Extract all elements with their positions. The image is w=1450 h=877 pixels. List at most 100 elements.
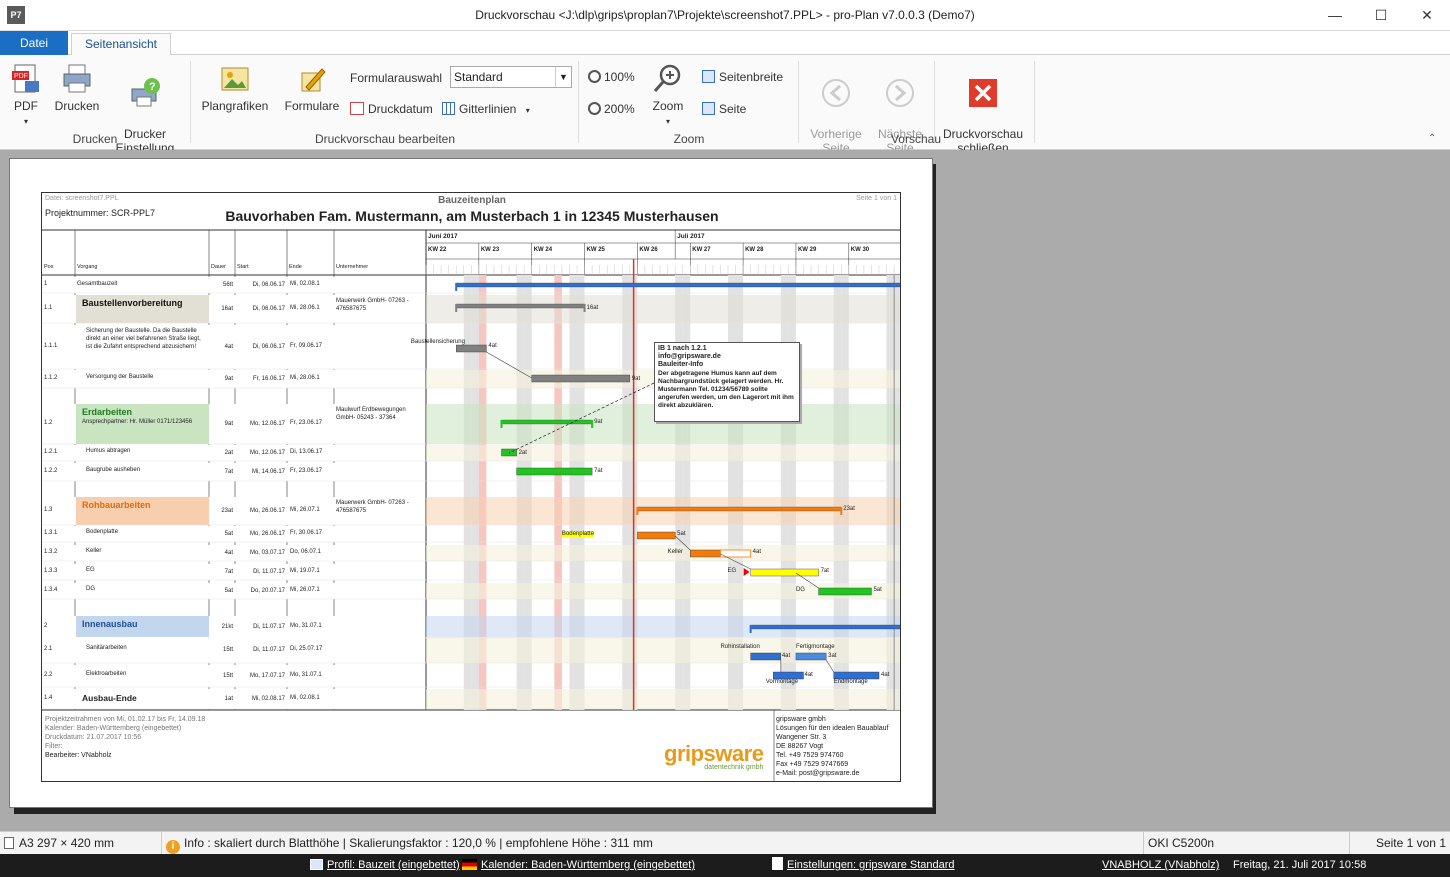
close-window-button[interactable]: ✕: [1404, 0, 1450, 31]
footer-right-line: Tel. +49 7529 974760: [776, 752, 844, 759]
grid-icon: [442, 102, 455, 115]
close-icon: ✕: [1421, 7, 1433, 23]
row-ende: Do, 06.07.1: [290, 549, 322, 555]
seite-button[interactable]: Seite: [702, 101, 746, 117]
bar-1-1-2: [531, 374, 631, 383]
gitterlinien-button[interactable]: Gitterlinien ▾: [442, 101, 530, 119]
bar-2-1a: [750, 652, 782, 661]
kalender-link[interactable]: Kalender: Baden-Württemberg (eingebettet…: [462, 854, 695, 877]
row-vorgang: Elektroarbeiten: [86, 671, 127, 677]
footer-left: Projektzeitrahmen von Mi, 01.02.17 bis F…: [45, 715, 205, 760]
row-start: Di, 11.07.17: [253, 647, 285, 653]
minimize-icon: —: [1328, 7, 1342, 23]
zoom-200-button[interactable]: 200%: [588, 101, 635, 117]
zoom-button[interactable]: Zoom ▾: [646, 63, 690, 129]
plangrafiken-label: Plangrafiken: [201, 99, 269, 113]
bar-2-2a: [773, 671, 804, 680]
footer-right-line: DE 88267 Vogt: [776, 743, 824, 750]
lbl-1-2: 9at: [594, 419, 603, 425]
row-pos: 1.4: [44, 695, 53, 701]
seitenbreite-button[interactable]: Seitenbreite: [702, 69, 783, 85]
row-vorgang-long: Sicherung der Baustelle. Da die Baustell…: [86, 328, 201, 350]
formulare-button[interactable]: Formulare: [280, 63, 344, 113]
row-start: Mi, 14.06.17: [251, 469, 285, 475]
druckdatum-label: Druckdatum: [368, 102, 433, 116]
dropdown-arrow-icon: ▾: [525, 106, 530, 115]
row-vorgang: Bodenplatte: [86, 529, 119, 535]
row-start: Mo, 17.07.17: [249, 673, 285, 679]
row-ende: Fr, 23.06.17: [290, 468, 323, 474]
row-pos: 2.1: [44, 646, 53, 652]
profil-text: Profil: Bauzeit (eingebettet): [327, 859, 460, 871]
collapse-ribbon-icon[interactable]: ⌃: [1428, 133, 1436, 144]
col-dauer: Dauer: [211, 264, 226, 270]
row-start: Di, 11.07.17: [253, 624, 285, 630]
row-pos: 1.3.3: [44, 568, 58, 574]
week-label-2: KW 24: [533, 247, 553, 253]
row-vorgang-summary: Erdarbeiten: [82, 407, 133, 417]
zoom-100-label: 100%: [604, 70, 635, 84]
row-dauer: 15tt: [222, 673, 233, 679]
row-ende: Mo, 31.07.1: [290, 623, 322, 629]
lbl-1-2-2: 7at: [594, 468, 603, 474]
formularauswahl-value: Standard: [454, 70, 503, 84]
minimize-button[interactable]: —: [1312, 0, 1358, 31]
row-vorgang-summary: Baustellenvorbereitung: [82, 298, 183, 308]
arrow-right-icon: [886, 79, 914, 107]
row-vorgang: DG: [86, 586, 95, 592]
row-dauer: 15tt: [222, 647, 233, 653]
row-pos: 1.1.1: [44, 343, 58, 349]
row-start: Di, 06.06.17: [252, 344, 285, 350]
row-pos: 1.2.2: [44, 468, 58, 474]
kalender-text: Kalender: Baden-Württemberg (eingebettet…: [481, 859, 696, 871]
druckdatum-button[interactable]: Druckdatum: [350, 101, 433, 117]
pdf-button[interactable]: PDF PDF ▾: [6, 63, 46, 129]
tab-datei[interactable]: Datei: [0, 31, 68, 55]
row-vorgang: Gesamtbauzeit: [77, 281, 118, 287]
zoom-100-button[interactable]: 100%: [588, 69, 635, 85]
footer-right-line: Fax +49 7529 9747669: [776, 761, 849, 768]
week-label-7: KW 29: [797, 247, 817, 253]
row-start: Mo, 12.06.17: [249, 421, 285, 427]
row-dauer: 21kt: [221, 624, 233, 630]
tab-seitenansicht[interactable]: Seitenansicht: [71, 33, 171, 56]
row-pos: 1.3: [44, 507, 53, 513]
row-start: Mi, 02.08.17: [251, 696, 285, 702]
footer-right-line: Wangener Str. 3: [776, 734, 827, 741]
month-label-0: Juni 2017: [428, 233, 458, 240]
bar-1-2: [501, 419, 593, 425]
user-link[interactable]: VNABHOLZ (VNabholz): [1102, 854, 1219, 877]
row-ende: Mi, 26.07.1: [290, 587, 320, 593]
close-preview-icon: [969, 79, 997, 107]
row-band: [426, 689, 900, 709]
row-ende: Mi, 28.06.1: [290, 305, 320, 311]
plangrafiken-button[interactable]: Plangrafiken: [198, 63, 272, 113]
note-email: info@gripsware.de: [658, 353, 721, 360]
row-pos: 1.2: [44, 420, 53, 426]
row-pos: 1.3.2: [44, 549, 58, 555]
maximize-button[interactable]: ☐: [1358, 0, 1404, 31]
seite-label: Seite: [719, 102, 747, 116]
svg-text:?: ?: [149, 81, 156, 93]
profil-link[interactable]: Profil: Bauzeit (eingebettet): [310, 854, 460, 877]
footer-right-line: Lösungen für den idealen Bauablauf: [776, 725, 889, 732]
bar-1-1: [456, 303, 585, 309]
group-vorschau-label: Vorschau: [890, 132, 942, 146]
row-vorgang-milestone: Ausbau-Ende: [82, 693, 137, 703]
lbl-1-3-3: EG: [727, 568, 737, 574]
einstellungen-link[interactable]: Einstellungen: gripsware Standard: [772, 854, 955, 877]
row-vorgang: Humus abtragen: [86, 448, 131, 454]
einstellungen-text: Einstellungen: gripsware Standard: [787, 859, 955, 871]
lbl-1-3-1d: 5at: [677, 531, 686, 537]
ribbon-separator: [190, 61, 191, 143]
row-ende: Mo, 31.07.1: [290, 672, 322, 678]
col-vorgang: Vorgang: [77, 264, 98, 270]
row-dauer: 9at: [224, 376, 233, 382]
lbl-2-1ad: 4at: [781, 653, 791, 659]
bar-1-3: [637, 506, 842, 512]
chevron-down-icon[interactable]: ▼: [555, 67, 571, 87]
ribbon-separator: [934, 61, 935, 143]
preview-workspace[interactable]: Datei: screenshot7.PPL Projektnummer: SC…: [0, 150, 1450, 831]
formularauswahl-select[interactable]: Standard ▼: [450, 66, 572, 88]
drucken-button[interactable]: Drucken: [52, 63, 102, 113]
